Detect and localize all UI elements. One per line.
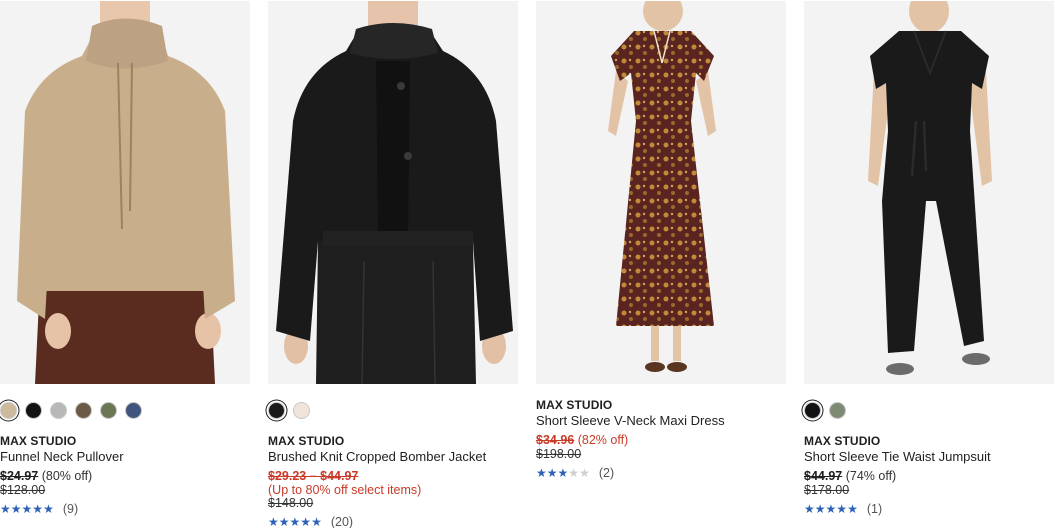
star-icon: ★ <box>268 515 279 528</box>
color-swatch[interactable] <box>829 402 846 419</box>
price-row: $24.97 (80% off) <box>0 469 250 484</box>
star-icon: ★ <box>546 466 558 480</box>
product-title[interactable]: Short Sleeve Tie Waist Jumpsuit <box>804 449 1054 465</box>
rating[interactable]: ★ ★ ★ ★ ★ (9) <box>0 502 250 516</box>
product-image[interactable] <box>0 1 250 384</box>
product-info: MAX STUDIO Short Sleeve V-Neck Maxi Dres… <box>536 398 786 480</box>
product-brand[interactable]: MAX STUDIO <box>536 398 786 413</box>
product-brand[interactable]: MAX STUDIO <box>268 434 518 449</box>
star-icon: ★ <box>847 502 858 516</box>
review-count: (2) <box>598 466 615 480</box>
product-info: MAX STUDIO Brushed Knit Cropped Bomber J… <box>268 434 518 528</box>
color-swatch[interactable] <box>50 402 67 419</box>
price-row: $34.96 (82% off) <box>536 433 786 448</box>
original-price: $178.00 <box>804 483 850 497</box>
funnel-neck-pullover-image <box>0 1 250 384</box>
bomber-jacket-image <box>268 1 518 384</box>
star-icon: ★ <box>278 515 290 528</box>
product-image[interactable] <box>536 1 786 384</box>
color-swatches <box>0 402 142 419</box>
star-icon: ★ <box>568 466 580 480</box>
star-rating: ★ ★ ★ ★ ★ <box>804 503 858 515</box>
star-icon: ★ <box>21 502 33 516</box>
product-image[interactable] <box>804 1 1054 384</box>
sale-price: $29.23 – $44.97 <box>268 469 359 483</box>
product-card[interactable]: MAX STUDIO Short Sleeve Tie Waist Jumpsu… <box>804 0 1054 528</box>
color-swatch[interactable] <box>75 402 92 419</box>
color-swatch[interactable] <box>25 402 42 419</box>
review-count: (1) <box>866 502 883 516</box>
color-swatch[interactable] <box>268 402 285 419</box>
color-swatch[interactable] <box>125 402 142 419</box>
product-title[interactable]: Funnel Neck Pullover <box>0 449 250 465</box>
rating[interactable]: ★ ★ ★ ★ ★ (1) <box>804 502 1054 516</box>
star-icon: ★ <box>10 502 22 516</box>
review-count: (9) <box>62 502 79 516</box>
product-title[interactable]: Short Sleeve V-Neck Maxi Dress <box>536 413 786 429</box>
star-icon: ★ <box>32 502 44 516</box>
star-icon: ★ <box>804 502 815 516</box>
star-rating: ★ ★ ★ ★ ★ <box>268 516 322 528</box>
discount-label: (80% off) <box>41 469 93 483</box>
star-icon: ★ <box>300 515 312 528</box>
product-card[interactable]: MAX STUDIO Short Sleeve V-Neck Maxi Dres… <box>536 0 786 528</box>
star-icon: ★ <box>814 502 826 516</box>
original-price: $198.00 <box>536 447 582 461</box>
star-icon: ★ <box>579 466 590 480</box>
star-icon: ★ <box>43 502 54 516</box>
maxi-dress-image <box>536 1 786 384</box>
star-icon: ★ <box>536 466 547 480</box>
star-icon: ★ <box>557 466 569 480</box>
discount-label: (82% off) <box>577 433 629 447</box>
star-icon: ★ <box>0 502 11 516</box>
price-row: $29.23 – $44.97 <box>268 469 518 484</box>
star-rating: ★ ★ ★ ★ ★ <box>0 503 54 515</box>
color-swatch[interactable] <box>100 402 117 419</box>
color-swatch[interactable] <box>293 402 310 419</box>
product-brand[interactable]: MAX STUDIO <box>804 434 1054 449</box>
sale-price: $44.97 <box>804 469 843 483</box>
color-swatches <box>804 402 846 419</box>
color-swatch[interactable] <box>804 402 821 419</box>
star-icon: ★ <box>836 502 848 516</box>
product-info: MAX STUDIO Funnel Neck Pullover $24.97 (… <box>0 434 250 516</box>
sale-price: $24.97 <box>0 469 39 483</box>
discount-label: (74% off) <box>845 469 897 483</box>
original-price: $148.00 <box>268 496 314 510</box>
product-title[interactable]: Brushed Knit Cropped Bomber Jacket <box>268 449 518 465</box>
star-icon: ★ <box>289 515 301 528</box>
color-swatches <box>268 402 310 419</box>
product-image[interactable] <box>268 1 518 384</box>
price-row: $44.97 (74% off) <box>804 469 1054 484</box>
star-icon: ★ <box>825 502 837 516</box>
color-swatch[interactable] <box>0 402 17 419</box>
original-price: $128.00 <box>0 483 46 497</box>
sale-price: $34.96 <box>536 433 575 447</box>
rating[interactable]: ★ ★ ★ ★ ★ (2) <box>536 466 786 480</box>
rating[interactable]: ★ ★ ★ ★ ★ (20) <box>268 515 518 528</box>
star-icon: ★ <box>311 515 322 528</box>
product-info: MAX STUDIO Short Sleeve Tie Waist Jumpsu… <box>804 434 1054 516</box>
product-brand[interactable]: MAX STUDIO <box>0 434 250 449</box>
product-card[interactable]: MAX STUDIO Brushed Knit Cropped Bomber J… <box>268 0 518 528</box>
star-rating: ★ ★ ★ ★ ★ <box>536 467 590 479</box>
jumpsuit-image <box>804 1 1054 384</box>
review-count: (20) <box>330 515 354 528</box>
product-card[interactable]: MAX STUDIO Funnel Neck Pullover $24.97 (… <box>0 0 250 528</box>
